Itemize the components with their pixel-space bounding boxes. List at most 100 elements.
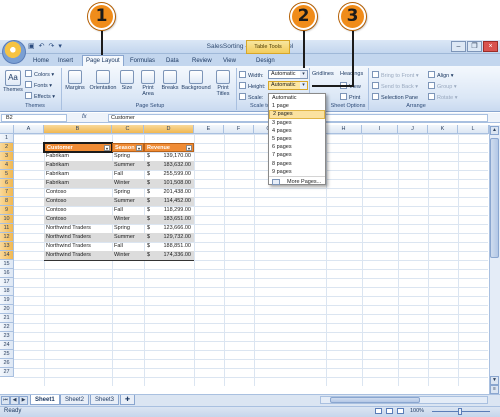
height-combo[interactable]: Automatic ▾ [268,81,308,90]
season-cell[interactable]: Summer [112,161,144,170]
customer-cell[interactable]: Fabrikam [44,161,112,170]
scroll-down-icon[interactable]: ▼ [490,376,499,385]
print-titles-button[interactable]: Print Titles [212,70,234,97]
row-header-25[interactable]: 25 [0,350,14,359]
sheet-tab-3[interactable]: Sheet3 [90,395,120,405]
margins-button[interactable]: Margins [63,70,87,91]
row-header-9[interactable]: 9 [0,206,14,215]
revenue-cell[interactable]: 114,452.00 [153,197,194,206]
season-cell[interactable]: Summer [112,233,144,242]
revenue-cell[interactable]: 183,632.00 [153,161,194,170]
revenue-cell[interactable]: 123,666.00 [153,224,194,233]
align-button[interactable]: Align ▾ [428,71,454,79]
row-header-23[interactable]: 23 [0,332,14,341]
row-header-26[interactable]: 26 [0,359,14,368]
size-button[interactable]: Size [119,70,135,91]
group-button[interactable]: Group ▾ [428,82,457,90]
dropdown-item-3-pages[interactable]: 3 pages [269,119,325,127]
vertical-scroll-thumb[interactable] [490,138,499,258]
revenue-cell[interactable]: 183,651.00 [153,215,194,224]
season-cell[interactable]: Winter [112,251,144,260]
dropdown-item-8-pages[interactable]: 8 pages [269,160,325,168]
season-cell[interactable]: Spring [112,188,144,197]
chevron-down-icon[interactable]: ▾ [300,71,307,78]
page-view-icon[interactable]: ≡ [490,385,499,394]
sheet-tab-1[interactable]: Sheet1 [30,395,60,405]
tab-review[interactable]: Review [189,56,215,66]
row-header-15[interactable]: 15 [0,260,14,269]
fx-icon[interactable]: fx [82,114,87,120]
first-sheet-icon[interactable]: ⏮ [1,396,10,405]
row-header-4[interactable]: 4 [0,161,14,170]
filter-dropdown-icon[interactable]: ▾ [136,145,142,151]
season-cell[interactable]: Fall [112,206,144,215]
chevron-down-icon[interactable]: ▾ [300,82,307,89]
column-header-e[interactable]: E [194,125,224,134]
headings-print-checkbox[interactable]: Print [340,93,360,101]
restore-icon[interactable]: ❐ [467,41,482,52]
page-layout-view-icon[interactable] [386,408,393,414]
rotate-button[interactable]: Rotate ▾ [428,93,458,101]
column-header-j[interactable]: J [398,125,428,134]
close-icon[interactable]: × [483,41,498,52]
tab-design[interactable]: Design [253,56,278,66]
orientation-button[interactable]: Orientation [88,70,118,91]
filter-dropdown-icon[interactable]: ▾ [104,145,110,151]
zoom-level[interactable]: 100% [410,408,424,414]
select-all-corner[interactable] [0,125,14,134]
breaks-button[interactable]: Breaks [160,70,180,91]
bring-to-front-button[interactable]: Bring to Front ▾ [372,71,419,79]
customer-cell[interactable]: Northwind Traders [44,233,112,242]
customer-cell[interactable]: Contoso [44,188,112,197]
themes-button[interactable]: Aa Themes [3,70,23,93]
column-header-c[interactable]: C [112,125,144,134]
revenue-cell[interactable]: 139,170.00 [153,152,194,161]
office-button[interactable] [2,40,26,64]
row-header-18[interactable]: 18 [0,287,14,296]
row-header-8[interactable]: 8 [0,197,14,206]
more-pages-item[interactable]: More Pages... [269,175,325,186]
column-header-k[interactable]: K [428,125,458,134]
row-header-2[interactable]: 2 [0,143,14,152]
column-header-a[interactable]: A [14,125,44,134]
revenue-cell[interactable]: 255,599.00 [153,170,194,179]
row-header-21[interactable]: 21 [0,314,14,323]
print-area-button[interactable]: Print Area [137,70,159,97]
revenue-cell[interactable]: 201,438.00 [153,188,194,197]
dropdown-item-7-pages[interactable]: 7 pages [269,151,325,159]
table-header-season[interactable]: Season ▾ [112,143,144,152]
customer-cell[interactable]: Contoso [44,206,112,215]
tab-formulas[interactable]: Formulas [127,56,158,66]
dropdown-item-4-pages[interactable]: 4 pages [269,127,325,135]
dropdown-item-5-pages[interactable]: 5 pages [269,135,325,143]
zoom-slider-knob[interactable] [458,408,462,415]
prev-sheet-icon[interactable]: ◀ [10,396,19,405]
row-header-7[interactable]: 7 [0,188,14,197]
column-header-i[interactable]: I [362,125,398,134]
column-header-f[interactable]: F [224,125,254,134]
season-cell[interactable]: Fall [112,170,144,179]
row-header-16[interactable]: 16 [0,269,14,278]
dropdown-item-9-pages[interactable]: 9 pages [269,168,325,176]
season-cell[interactable]: Spring [112,152,144,161]
row-header-3[interactable]: 3 [0,152,14,161]
customer-cell[interactable]: Northwind Traders [44,224,112,233]
page-break-view-icon[interactable] [397,408,404,414]
horizontal-scroll-thumb[interactable] [330,397,420,403]
row-header-19[interactable]: 19 [0,296,14,305]
dropdown-item-2-pages[interactable]: 2 pages [269,110,325,119]
name-box[interactable]: B2 [1,114,67,122]
customer-cell[interactable]: Fabrikam [44,152,112,161]
dropdown-item-automatic[interactable]: Automatic [269,94,325,102]
customer-cell[interactable]: Contoso [44,197,112,206]
row-header-20[interactable]: 20 [0,305,14,314]
row-header-5[interactable]: 5 [0,170,14,179]
dropdown-item-6-pages[interactable]: 6 pages [269,143,325,151]
customer-cell[interactable]: Fabrikam [44,179,112,188]
background-button[interactable]: Background [181,70,211,91]
column-header-h[interactable]: H [326,125,362,134]
customer-cell[interactable]: Northwind Traders [44,242,112,251]
table-header-customer[interactable]: Customer ▾ [43,142,113,153]
send-to-back-button[interactable]: Send to Back ▾ [372,82,418,90]
season-cell[interactable]: Spring [112,224,144,233]
